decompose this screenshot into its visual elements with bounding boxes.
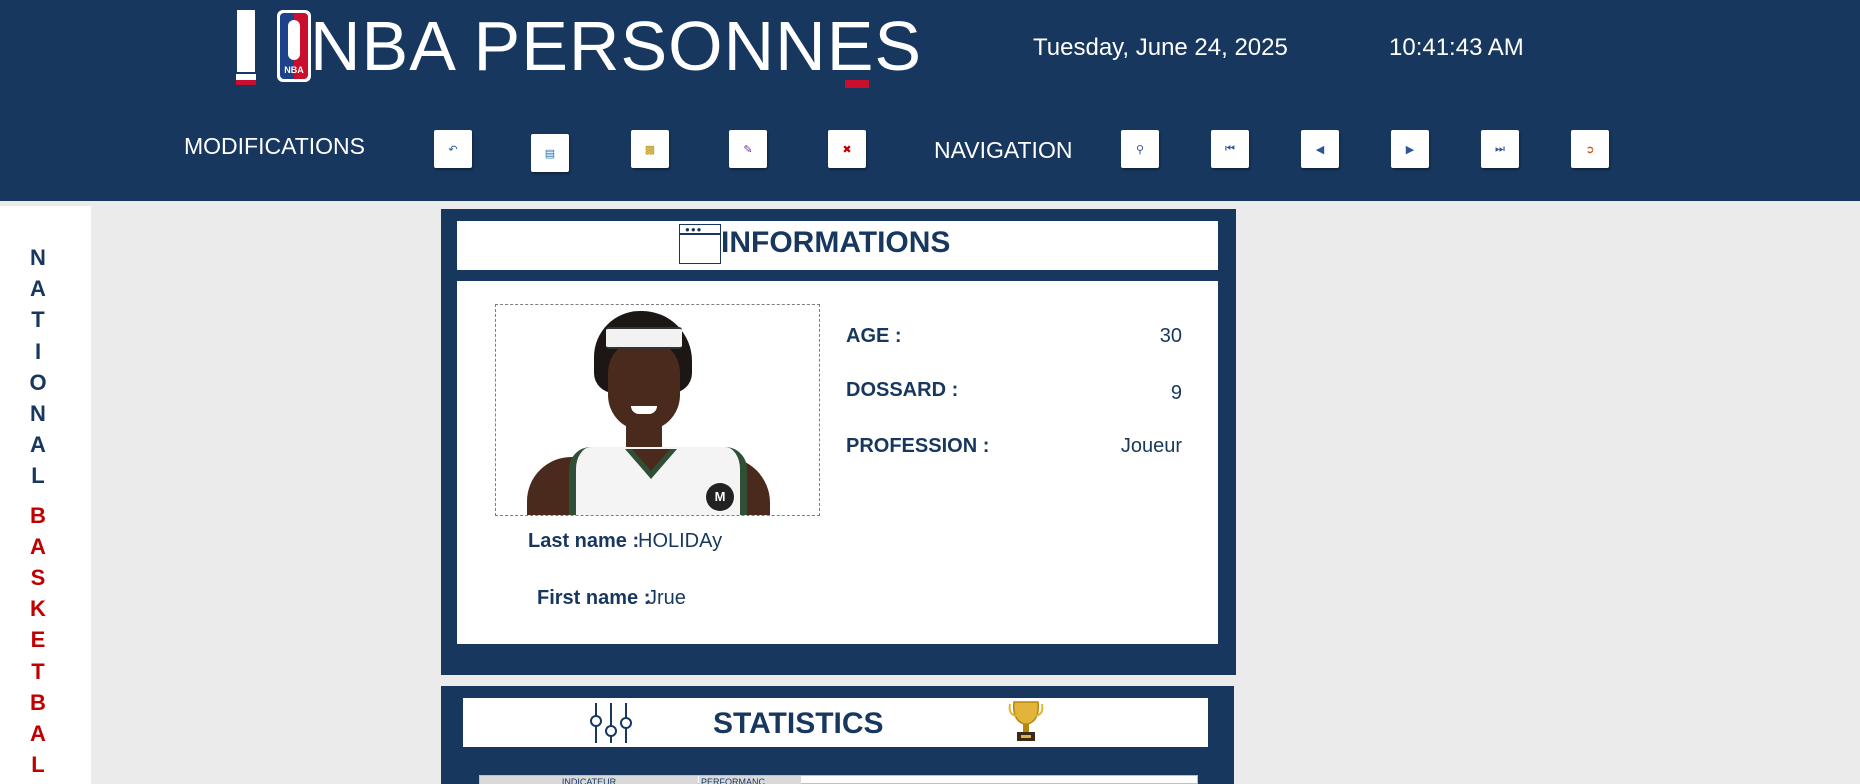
informations-panel: ●●● INFORMATIONS M AGE : 30 DOSSARD : 9 …	[441, 209, 1236, 675]
sliders-icon	[590, 703, 632, 743]
informations-body: M AGE : 30 DOSSARD : 9 PROFESSION : Joue…	[457, 281, 1218, 644]
current-date: Tuesday, June 24, 2025	[1033, 34, 1288, 61]
exclamation-mark-icon	[237, 10, 255, 72]
add-record-icon: ▩	[644, 143, 656, 156]
firstname-label: First name :	[537, 587, 651, 609]
edit-record-button[interactable]: ✎	[729, 130, 767, 168]
lastname-value: HOLIDAy	[638, 530, 723, 552]
player-photo: M	[495, 304, 820, 516]
age-value: 30	[1159, 325, 1182, 347]
search-icon: ⚲	[1135, 143, 1145, 156]
undo-button[interactable]: ↶	[434, 130, 472, 168]
exclamation-dot-accent	[236, 80, 256, 85]
app-title: NBA PERSONNES	[310, 7, 923, 85]
title-accent	[845, 80, 869, 88]
edit-record-icon: ✎	[743, 143, 753, 156]
save-icon: ▤	[544, 147, 556, 160]
next-record-button[interactable]: ▶	[1391, 130, 1429, 168]
profession-label: PROFESSION :	[846, 435, 990, 457]
search-button[interactable]: ⚲	[1121, 130, 1159, 168]
previous-record-button[interactable]: ◀	[1301, 130, 1339, 168]
undo-icon: ↶	[448, 143, 458, 156]
add-record-button[interactable]: ▩	[631, 130, 669, 168]
first-record-button[interactable]: ⏮	[1211, 130, 1249, 168]
delete-record-button[interactable]: ✖	[828, 130, 866, 168]
navigation-label: NAVIGATION	[934, 137, 1073, 163]
word-national: NATIONAL	[29, 245, 47, 489]
statistics-header: STATISTICS	[463, 698, 1208, 747]
word-basketball: BASKETBAL	[30, 502, 46, 778]
firstname-value: Jrue	[647, 587, 686, 609]
dossard-value: 9	[1170, 382, 1182, 404]
age-label: AGE :	[846, 325, 902, 347]
dossard-label: DOSSARD :	[846, 379, 959, 401]
window-icon: ●●●	[679, 224, 721, 264]
save-button[interactable]: ▤	[531, 134, 569, 172]
statistics-panel: STATISTICS INDICATEUR PERFORMANC	[441, 686, 1234, 784]
first-record-icon: ⏮	[1225, 142, 1235, 155]
header-bar: NBA NBA PERSONNES Tuesday, June 24, 2025…	[0, 0, 1860, 201]
next-record-icon: ▶	[1405, 143, 1415, 156]
exit-icon: ➲	[1585, 143, 1595, 156]
trophy-icon	[1008, 701, 1044, 741]
sidebar-vertical-text: NATIONAL BASKETBAL	[24, 242, 52, 780]
profession-value: Joueur	[1120, 435, 1182, 457]
modifications-label: MODIFICATIONS	[184, 133, 366, 159]
informations-title: INFORMATIONS	[721, 226, 951, 259]
exit-button[interactable]: ➲	[1571, 130, 1609, 168]
current-time: 10:41:43 AM	[1389, 34, 1524, 61]
informations-header: ●●● INFORMATIONS	[457, 221, 1218, 270]
last-record-icon: ⏭	[1495, 142, 1505, 155]
table-header-performance: PERFORMANC	[699, 776, 801, 784]
previous-record-icon: ◀	[1315, 143, 1325, 156]
nba-logo-icon: NBA	[277, 10, 311, 82]
table-header-indicateur: INDICATEUR	[480, 776, 698, 784]
lastname-label: Last name :	[528, 530, 640, 552]
statistics-title: STATISTICS	[713, 707, 884, 740]
statistics-table: INDICATEUR PERFORMANC	[479, 775, 1198, 784]
delete-record-icon: ✖	[842, 143, 852, 156]
last-record-button[interactable]: ⏭	[1481, 130, 1519, 168]
